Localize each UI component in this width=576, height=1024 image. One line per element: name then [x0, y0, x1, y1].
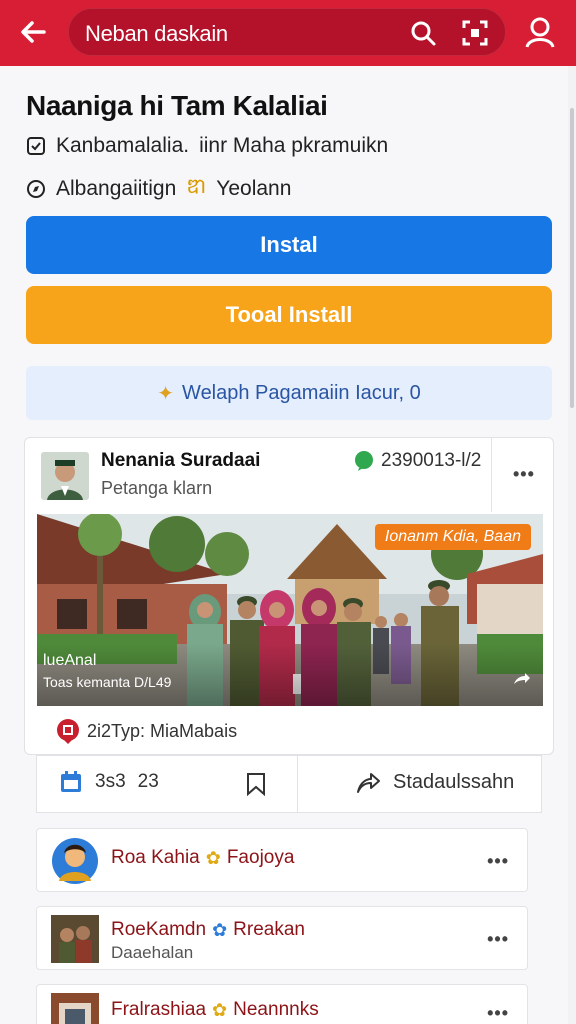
list-item-more-button[interactable]: ••• [487, 851, 509, 872]
promo-text: Welaph Pagamaiin Iacur, 0 [182, 381, 421, 404]
chat-bubble-icon [355, 451, 373, 471]
total-install-button[interactable]: Tooal Install [26, 286, 552, 344]
post-actions-bar: 3s3 23 Stadaulssahn [36, 755, 542, 813]
author-name[interactable]: Nenania Suradaai [101, 450, 260, 472]
divider [297, 756, 298, 812]
share-label: Stadaulssahn [393, 770, 515, 793]
verified-badge-icon: ✿ [205, 847, 221, 868]
scan-icon[interactable] [461, 19, 489, 47]
category-row[interactable]: Albangaiitign ឌា Yeolann [26, 173, 291, 204]
back-button[interactable] [14, 14, 54, 50]
avatar[interactable] [51, 837, 99, 885]
post-counts[interactable]: 3s3 23 [59, 770, 159, 794]
list-item-tag: Neannnks [233, 999, 319, 1020]
count-b: 23 [137, 771, 159, 792]
verified-badge-icon: ✿ [212, 999, 228, 1020]
post-footer: 2i2Typ: MiaMabais [55, 718, 237, 744]
search-query-text: Neban daskain [85, 21, 228, 46]
avatar[interactable] [51, 993, 99, 1024]
list-item[interactable]: Fralrashiaa ✿ Neannnks ••• [36, 984, 528, 1024]
top-app-bar: Neban daskain [0, 0, 576, 66]
alert-badge-icon [57, 719, 79, 744]
promo-banner[interactable]: ✦ Welaph Pagamaiin Iacur, 0 [26, 366, 552, 420]
scrollbar[interactable] [570, 108, 574, 408]
post-card[interactable]: Nenania Suradaai Petanga klarn 2390013-l… [24, 437, 554, 755]
list-item-name-text: Fralrashiaa [111, 999, 207, 1020]
search-icon[interactable] [409, 19, 437, 47]
author-subtitle: Petanga klarn [101, 478, 213, 498]
post-more-button[interactable]: ••• [513, 464, 535, 485]
list-item-tag: Rreakan [233, 919, 305, 940]
developer-row[interactable]: Kanbamalalia. iinr Maha pkramuikn [26, 134, 388, 158]
install-button[interactable]: Instal [26, 216, 552, 274]
author-avatar[interactable] [41, 452, 89, 500]
category-highlight: ឌា [186, 175, 207, 198]
list-item-tag: Faojoya [226, 847, 295, 868]
bookmark-button[interactable] [245, 772, 267, 797]
avatar[interactable] [51, 915, 99, 963]
app-title: Naaniga hi Tam Kalaliai [26, 90, 328, 121]
developer-detail: iinr Maha pkramuikn [199, 134, 389, 157]
list-item-subtitle: Daaehalan [111, 943, 194, 962]
category-value: Yeolann [216, 176, 292, 200]
list-item[interactable]: Roa Kahia ✿ Faojoya ••• [36, 828, 528, 892]
post-photo[interactable]: Ionanm Kdia, Baan lueAnal Toas kemanta D… [37, 514, 543, 706]
list-item-more-button[interactable]: ••• [487, 929, 509, 950]
verified-badge-icon: ✿ [212, 919, 228, 940]
photo-share-icon[interactable] [511, 670, 531, 690]
photo-location-badge: Ionanm Kdia, Baan [374, 524, 531, 550]
photo-caption-detail: Toas kemanta D/L49 [43, 674, 172, 690]
bookmark-icon [247, 773, 265, 797]
sparkle-icon: ✦ [157, 382, 175, 405]
category-label: Albangaiitign [56, 176, 177, 200]
developer-name: Kanbamalalia. [56, 134, 190, 157]
compass-icon [27, 179, 45, 198]
list-item-name-text: RoeKamdn [111, 919, 207, 940]
list-item-name: Fralrashiaa ✿ Neannnks [111, 999, 319, 1021]
list-item-name: Roa Kahia ✿ Faojoya [111, 847, 294, 869]
count-a: 3s3 [95, 771, 126, 792]
profile-icon[interactable] [522, 14, 558, 50]
post-stat: 2390013-l/2 [353, 450, 481, 472]
share-icon [357, 773, 380, 793]
calendar-icon [61, 771, 81, 792]
post-stat-value: 2390013-l/2 [381, 450, 482, 471]
list-item-more-button[interactable]: ••• [487, 1003, 509, 1024]
divider [491, 438, 492, 512]
list-item[interactable]: RoeKamdn ✿ Rreakan Daaehalan ••• [36, 906, 528, 970]
search-input[interactable]: Neban daskain [68, 8, 506, 56]
photo-caption-title: lueAnal [43, 652, 97, 669]
share-button[interactable]: Stadaulssahn [355, 770, 514, 794]
post-footer-text: 2i2Typ: MiaMabais [87, 720, 238, 741]
list-item-name: RoeKamdn ✿ Rreakan [111, 919, 305, 941]
list-item-name-text: Roa Kahia [111, 847, 200, 868]
back-arrow-icon [21, 21, 46, 43]
checkbox-icon [27, 137, 45, 155]
